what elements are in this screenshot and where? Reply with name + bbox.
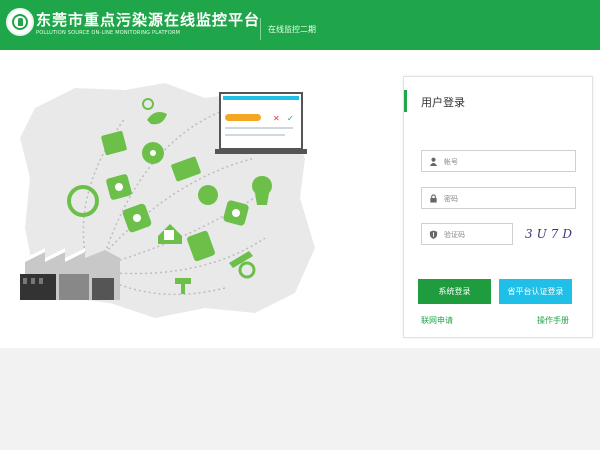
login-panel: 用户登录 3U7D 系统登录 省平台认证登录 联网申请 操作手册 bbox=[403, 76, 593, 338]
operation-manual-link[interactable]: 操作手册 bbox=[537, 315, 569, 326]
provincial-cert-login-button[interactable]: 省平台认证登录 bbox=[499, 279, 572, 304]
svg-text:✓: ✓ bbox=[287, 114, 294, 123]
shield-icon bbox=[429, 230, 438, 239]
logo-emblem-icon bbox=[6, 8, 34, 36]
monitoring-illustration: ✕ ✓ bbox=[20, 83, 315, 318]
captcha-image[interactable]: 3U7D bbox=[521, 223, 577, 245]
svg-text:✕: ✕ bbox=[273, 114, 280, 123]
user-icon bbox=[429, 157, 438, 166]
network-apply-link[interactable]: 联网申请 bbox=[421, 315, 453, 326]
username-input[interactable] bbox=[444, 154, 572, 169]
phase-label: 在线监控二期 bbox=[268, 25, 316, 34]
captcha-field-box[interactable] bbox=[421, 223, 572, 245]
password-input[interactable] bbox=[444, 191, 572, 206]
username-field-box[interactable] bbox=[421, 150, 576, 172]
password-field-box[interactable] bbox=[421, 187, 576, 209]
lock-icon bbox=[430, 194, 437, 203]
header-divider bbox=[260, 18, 261, 40]
platform-subtitle: POLLUTION SOURCE ON-LINE MONITORING PLAT… bbox=[36, 30, 181, 36]
system-login-button[interactable]: 系统登录 bbox=[418, 279, 491, 304]
header-bar: 东莞市重点污染源在线监控平台 POLLUTION SOURCE ON-LINE … bbox=[0, 0, 600, 50]
title-accent-bar bbox=[404, 90, 407, 112]
login-title: 用户登录 bbox=[421, 96, 465, 109]
platform-title: 东莞市重点污染源在线监控平台 bbox=[36, 11, 261, 29]
